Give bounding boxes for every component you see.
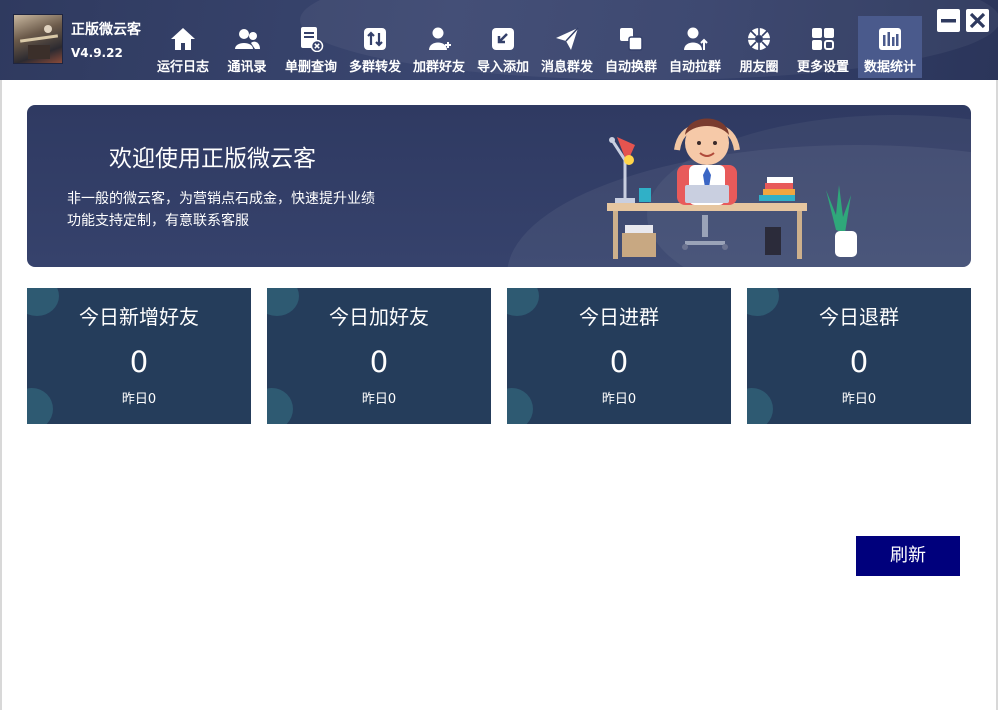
minimize-icon [941, 19, 956, 23]
toolbar-item-add-group-friends[interactable]: 加群好友 [407, 16, 471, 78]
toolbar-item-label: 通讯录 [227, 60, 267, 75]
banner-subtext: 功能支持定制，有意联系客服 [67, 213, 249, 229]
toolbar-item-run-log[interactable]: 运行日志 [151, 16, 215, 78]
stat-card-title: 今日新增好友 [79, 305, 199, 329]
stat-card-new-friends-today: 今日新增好友 0 昨日0 [27, 288, 251, 424]
stat-card-value: 0 [129, 345, 149, 379]
toolbar-item-label: 单删查询 [284, 60, 337, 75]
stat-card-added-friends-today: 今日加好友 0 昨日0 [267, 288, 491, 424]
toolbar-item-label: 朋友圈 [739, 60, 779, 75]
stat-card-yesterday: 昨日0 [361, 392, 397, 407]
toolbar-item-data-stats[interactable]: 数据统计 [858, 16, 922, 78]
toolbar-item-label: 多群转发 [348, 60, 401, 75]
toolbar-item-multi-forward[interactable]: 多群转发 [343, 16, 407, 78]
toolbar-item-label: 运行日志 [156, 60, 209, 75]
forward-icon [364, 28, 386, 50]
toolbar-item-label: 数据统计 [863, 60, 916, 75]
app-logo [13, 14, 63, 64]
stat-card-value: 0 [369, 345, 389, 379]
delete-query-icon [301, 27, 324, 52]
stat-card-title: 今日退群 [819, 305, 899, 329]
toolbar-item-mass-message[interactable]: 消息群发 [535, 16, 599, 78]
banner-title: 欢迎使用正版微云客 [109, 146, 316, 172]
bar-chart-icon [879, 28, 901, 50]
toolbar-item-label: 自动换群 [604, 60, 657, 75]
office-worker-illustration [607, 118, 857, 259]
pull-group-icon [684, 27, 708, 50]
home-icon [171, 28, 195, 50]
welcome-banner: 欢迎使用正版微云客 非一般的微云客，为营销点石成金，快速提升业绩 功能支持定制，… [27, 105, 971, 267]
toolbar-item-import-add[interactable]: 导入添加 [471, 16, 535, 78]
close-button[interactable] [966, 9, 989, 32]
stat-card-title: 今日进群 [579, 305, 659, 329]
toolbar-item-label: 更多设置 [796, 60, 849, 75]
stat-card-joined-groups-today: 今日进群 0 昨日0 [507, 288, 731, 424]
toolbar-item-label: 导入添加 [476, 60, 529, 75]
toolbar-item-moments[interactable]: 朋友圈 [727, 16, 791, 78]
import-icon [492, 28, 514, 50]
toolbar-item-label: 自动拉群 [668, 60, 721, 75]
moments-icon [748, 28, 770, 50]
toolbar-item-label: 加群好友 [412, 60, 465, 75]
stat-card-value: 0 [609, 345, 629, 379]
app-name: 正版微云客 [71, 22, 141, 38]
refresh-button[interactable]: 刷新 [856, 536, 960, 576]
banner-slogan: 非一般的微云客，为营销点石成金，快速提升业绩 [67, 191, 375, 207]
add-friend-icon [429, 27, 451, 50]
send-icon [556, 27, 579, 50]
grid-icon [812, 28, 834, 50]
close-icon [969, 12, 986, 29]
toolbar-item-label: 消息群发 [540, 60, 593, 75]
minimize-button[interactable] [937, 9, 960, 32]
stat-card-yesterday: 昨日0 [841, 392, 877, 407]
app-version: V4.9.22 [71, 46, 123, 60]
switch-group-icon [620, 28, 643, 51]
title-toolbar-bar: 正版微云客 V4.9.22 运行日志 通讯录 单删查询 多群转发 加群好友 导入… [0, 0, 998, 80]
toolbar-item-contacts[interactable]: 通讯录 [215, 16, 279, 78]
stat-card-yesterday: 昨日0 [121, 392, 157, 407]
stat-card-left-groups-today: 今日退群 0 昨日0 [747, 288, 971, 424]
contacts-icon [235, 29, 260, 49]
stat-card-value: 0 [849, 345, 869, 379]
toolbar-item-auto-switch-group[interactable]: 自动换群 [599, 16, 663, 78]
content-border-left [0, 80, 2, 710]
toolbar-item-more-settings[interactable]: 更多设置 [791, 16, 855, 78]
stat-card-title: 今日加好友 [329, 305, 429, 329]
toolbar-item-auto-pull-group[interactable]: 自动拉群 [663, 16, 727, 78]
toolbar-item-delete-query[interactable]: 单删查询 [279, 16, 343, 78]
stat-card-yesterday: 昨日0 [601, 392, 637, 407]
